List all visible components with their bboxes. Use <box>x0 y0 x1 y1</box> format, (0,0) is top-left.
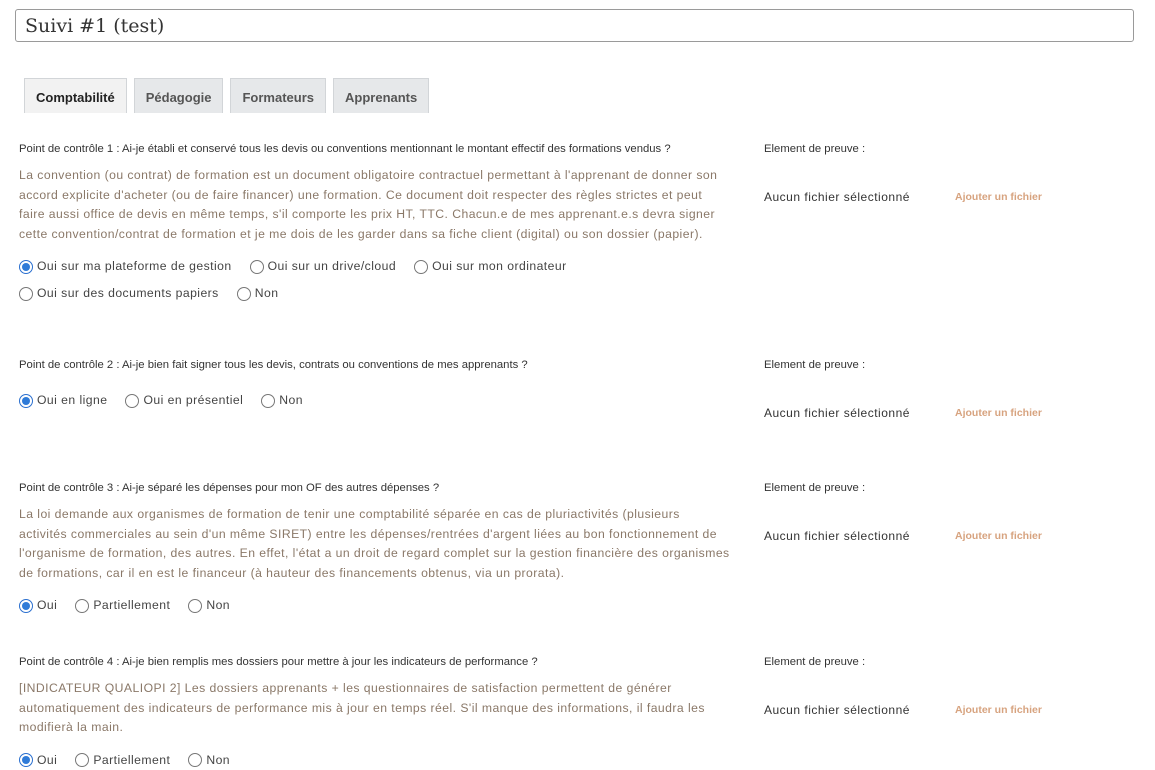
radio-label: Partiellement <box>93 752 171 767</box>
radio-unchecked-icon[interactable] <box>249 259 264 274</box>
control-point-3: Point de contrôle 3 : Ai-je séparé les d… <box>19 481 1139 615</box>
answer-radio[interactable]: Non <box>261 391 303 410</box>
answer-radio[interactable]: Non <box>188 596 230 615</box>
question-text: Point de contrôle 4 : Ai-je bien remplis… <box>19 656 538 668</box>
radio-label: Non <box>254 286 279 300</box>
radio-label: Oui en présentiel <box>143 393 244 407</box>
radio-checked-icon[interactable] <box>19 598 33 613</box>
radio-unchecked-icon[interactable] <box>414 259 429 274</box>
radio-unchecked-icon[interactable] <box>236 286 251 301</box>
control-point-2: Point de contrôle 2 : Ai-je bien fait si… <box>19 358 1139 420</box>
proof-label: Element de preuve : <box>764 656 866 668</box>
control-point-4: Point de contrôle 4 : Ai-je bien remplis… <box>19 655 1139 770</box>
radio-checked-icon[interactable] <box>19 753 33 767</box>
radio-label: Non <box>279 393 303 407</box>
radio-unchecked-icon[interactable] <box>188 753 203 767</box>
answer-radio[interactable]: Partiellement <box>75 751 170 770</box>
answer-radio[interactable]: Oui sur ma plateforme de gestion <box>19 257 232 276</box>
proof-panel: Element de preuve : Aucun fichier sélecti… <box>764 481 1124 543</box>
answer-radio[interactable]: Oui en présentiel <box>125 391 243 410</box>
file-status: Aucun fichier sélectionné <box>764 703 910 717</box>
answer-radio[interactable]: Oui <box>19 596 57 615</box>
add-file-button[interactable]: Ajouter un fichier <box>955 191 1042 203</box>
proof-label: Element de preuve : <box>764 482 866 494</box>
question-description: La loi demande aux organismes de formati… <box>19 507 730 580</box>
answer-radio[interactable]: Partiellement <box>75 596 170 615</box>
radio-label: Oui sur un drive/cloud <box>267 259 397 273</box>
radio-label: Non <box>206 752 231 767</box>
answer-radio[interactable]: Oui sur des documents papiers <box>19 284 219 303</box>
radio-label: Oui <box>37 598 58 612</box>
answer-radio-group: Oui Partiellement Non <box>19 751 731 770</box>
answer-radio-group: Oui sur ma plateforme de gestion Oui sur … <box>19 257 731 303</box>
answer-radio[interactable]: Oui <box>19 751 57 770</box>
tab-comptabilite[interactable]: Comptabilité <box>24 78 127 113</box>
radio-label: Oui sur mon ordinateur <box>432 259 567 273</box>
question-text: Point de contrôle 3 : Ai-je séparé les d… <box>19 482 440 494</box>
proof-panel: Element de preuve : Aucun fichier sélecti… <box>764 358 1124 420</box>
radio-unchecked-icon[interactable] <box>19 286 33 301</box>
radio-label: Partiellement <box>93 598 171 612</box>
radio-unchecked-icon[interactable] <box>75 598 90 613</box>
question-description: [INDICATEUR QUALIOPI 2] Les dossiers app… <box>19 681 705 734</box>
proof-label: Element de preuve : <box>764 143 866 155</box>
radio-unchecked-icon[interactable] <box>188 598 203 613</box>
radio-unchecked-icon[interactable] <box>125 393 140 408</box>
proof-panel: Element de preuve : Aucun fichier sélecti… <box>764 655 1124 717</box>
question-text: Point de contrôle 2 : Ai-je bien fait si… <box>19 359 528 371</box>
answer-radio[interactable]: Oui en ligne <box>19 391 107 410</box>
add-file-button[interactable]: Ajouter un fichier <box>955 704 1042 716</box>
answer-radio[interactable]: Oui sur mon ordinateur <box>414 257 567 276</box>
control-point-1: Point de contrôle 1 : Ai-je établi et co… <box>19 142 1139 303</box>
add-file-button[interactable]: Ajouter un fichier <box>955 407 1042 419</box>
file-status: Aucun fichier sélectionné <box>764 190 910 204</box>
radio-checked-icon[interactable] <box>19 259 33 274</box>
add-file-button[interactable]: Ajouter un fichier <box>955 530 1042 542</box>
answer-radio[interactable]: Non <box>188 751 230 770</box>
tab-pedagogie[interactable]: Pédagogie <box>133 78 224 113</box>
proof-panel: Element de preuve : Aucun fichier sélecti… <box>764 142 1124 204</box>
radio-label: Oui <box>37 752 58 767</box>
answer-radio[interactable]: Oui sur un drive/cloud <box>249 257 397 276</box>
radio-checked-icon[interactable] <box>19 393 33 408</box>
question-text: Point de contrôle 1 : Ai-je établi et co… <box>19 143 671 155</box>
tab-apprenants[interactable]: Apprenants <box>333 78 430 113</box>
tab-formateurs[interactable]: Formateurs <box>230 78 327 113</box>
radio-unchecked-icon[interactable] <box>75 753 90 767</box>
file-status: Aucun fichier sélectionné <box>764 529 910 543</box>
answer-radio[interactable]: Non <box>236 284 279 303</box>
question-description: La convention (ou contrat) de formation … <box>19 168 718 241</box>
answer-radio-group: Oui en ligne Oui en présentiel Non <box>19 391 731 410</box>
radio-unchecked-icon[interactable] <box>261 393 276 408</box>
title-input[interactable]: Suivi #1 (test) <box>15 9 1134 42</box>
radio-label: Oui sur ma plateforme de gestion <box>37 259 232 273</box>
radio-label: Oui en ligne <box>37 393 108 407</box>
radio-label: Non <box>206 598 231 612</box>
tab-bar: Comptabilité Pédagogie Formateurs Appren… <box>24 78 430 113</box>
radio-label: Oui sur des documents papiers <box>37 286 219 300</box>
file-status: Aucun fichier sélectionné <box>764 406 910 420</box>
proof-label: Element de preuve : <box>764 359 866 371</box>
answer-radio-group: Oui Partiellement Non <box>19 596 731 615</box>
